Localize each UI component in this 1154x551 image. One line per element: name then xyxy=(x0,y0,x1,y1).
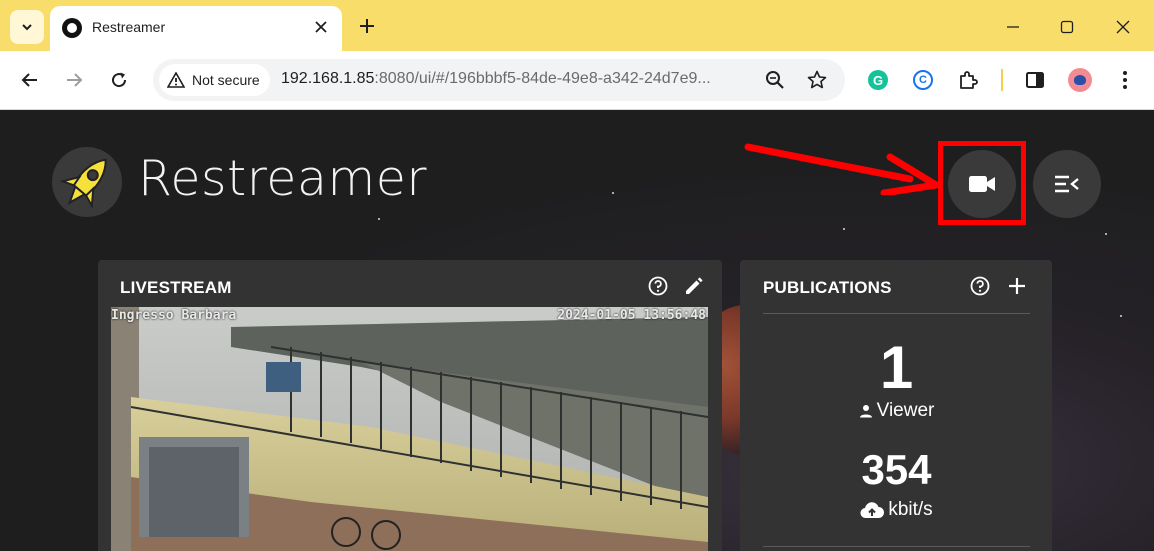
new-tab-button[interactable] xyxy=(355,14,379,38)
restreamer-app: Restreamer LIVESTREAM Ingresso Barbara 2… xyxy=(0,110,1154,551)
restreamer-logo xyxy=(52,147,122,217)
forward-button[interactable] xyxy=(58,64,90,96)
avatar xyxy=(1068,68,1092,92)
toolbar-divider xyxy=(1001,69,1003,91)
camera-preview-image xyxy=(111,307,708,551)
grammarly-icon: G xyxy=(868,70,888,90)
publications-help-button[interactable] xyxy=(968,274,992,298)
close-icon xyxy=(1116,20,1130,34)
viewer-label-row: Viewer xyxy=(763,400,1030,422)
tab-close-button[interactable] xyxy=(310,16,332,38)
url-host: 192.168.1.85 xyxy=(281,70,375,87)
bitrate-unit: kbit/s xyxy=(888,499,933,520)
maximize-button[interactable] xyxy=(1052,12,1082,42)
cloud-upload-icon xyxy=(860,502,885,519)
highlight-box xyxy=(938,141,1026,225)
plus-icon xyxy=(360,19,374,33)
livestream-title: LIVESTREAM xyxy=(120,278,232,297)
publications-divider xyxy=(763,546,1030,547)
url-text: 192.168.1.85:8080/ui/#/196bbbf5-84de-49e… xyxy=(281,70,711,88)
person-icon xyxy=(859,405,872,418)
side-panel-icon xyxy=(1026,72,1044,88)
livestream-video[interactable]: Ingresso Barbara 2024-01-05 13:56:48 xyxy=(111,307,708,551)
menu-collapse-icon xyxy=(1055,175,1079,193)
puzzle-icon xyxy=(960,71,978,89)
security-chip[interactable]: Not secure xyxy=(159,64,270,96)
publications-title: PUBLICATIONS xyxy=(763,278,892,297)
star-decoration xyxy=(1120,315,1122,317)
viewer-count: 1 xyxy=(879,334,914,401)
tab-title: Restreamer xyxy=(92,19,166,35)
camera-label-overlay: Ingresso Barbara xyxy=(111,308,237,323)
minimize-icon xyxy=(1007,26,1019,28)
plus-icon xyxy=(1009,278,1025,294)
tab-search-button[interactable] xyxy=(10,10,44,44)
back-button[interactable] xyxy=(14,64,46,96)
browser-menu-button[interactable] xyxy=(1112,67,1138,93)
browser-tabstrip: Restreamer xyxy=(0,0,1154,51)
grammarly-extension-button[interactable]: G xyxy=(865,67,891,93)
arrow-right-icon xyxy=(67,73,83,87)
profile-button[interactable] xyxy=(1067,67,1093,93)
browser-toolbar: Not secure 192.168.1.85:8080/ui/#/196bbb… xyxy=(0,51,1154,110)
magnifier-icon xyxy=(766,71,784,89)
zoom-button[interactable] xyxy=(761,66,789,94)
publications-divider xyxy=(763,313,1030,314)
side-panel-button[interactable] xyxy=(1022,67,1048,93)
rocket-logo-icon xyxy=(59,158,107,209)
minimize-button[interactable] xyxy=(998,12,1028,42)
extensions-button[interactable] xyxy=(955,67,981,93)
star-decoration xyxy=(612,192,614,194)
c-extension-button[interactable]: C xyxy=(910,67,936,93)
star-decoration xyxy=(1105,233,1107,235)
arrow-left-icon xyxy=(21,73,37,87)
browser-tab[interactable]: Restreamer xyxy=(50,6,342,51)
reload-icon xyxy=(112,72,127,88)
viewer-label: Viewer xyxy=(876,400,935,421)
maximize-icon xyxy=(1060,20,1074,34)
reload-button[interactable] xyxy=(103,64,135,96)
star-decoration xyxy=(843,228,845,230)
help-icon xyxy=(970,276,990,296)
address-bar[interactable]: Not secure 192.168.1.85:8080/ui/#/196bbb… xyxy=(153,59,845,101)
c-extension-icon: C xyxy=(913,70,933,90)
bitrate-value: 354 xyxy=(861,446,932,493)
bookmark-button[interactable] xyxy=(803,66,831,94)
livestream-edit-button[interactable] xyxy=(682,274,706,298)
menu-button[interactable] xyxy=(1033,150,1101,218)
add-publication-button[interactable] xyxy=(1005,274,1029,298)
livestream-help-button[interactable] xyxy=(646,274,670,298)
bitrate-label-row: kbit/s xyxy=(763,499,1030,521)
chevron-down-icon xyxy=(22,24,32,31)
camera-timestamp-overlay: 2024-01-05 13:56:48 xyxy=(557,308,706,323)
restreamer-favicon-icon xyxy=(62,18,82,38)
kebab-menu-icon xyxy=(1123,71,1127,89)
brand-title: Restreamer xyxy=(138,150,427,207)
close-icon xyxy=(315,21,327,33)
window-close-button[interactable] xyxy=(1108,12,1138,42)
star-icon xyxy=(807,70,827,89)
help-icon xyxy=(648,276,668,296)
url-path: :8080/ui/#/196bbbf5-84de-49e8-a342-24d7e… xyxy=(374,70,711,87)
pencil-icon xyxy=(686,277,703,294)
annotation-arrow xyxy=(744,143,940,195)
warning-icon xyxy=(167,72,185,88)
star-decoration xyxy=(378,218,380,220)
security-label: Not secure xyxy=(192,72,260,88)
